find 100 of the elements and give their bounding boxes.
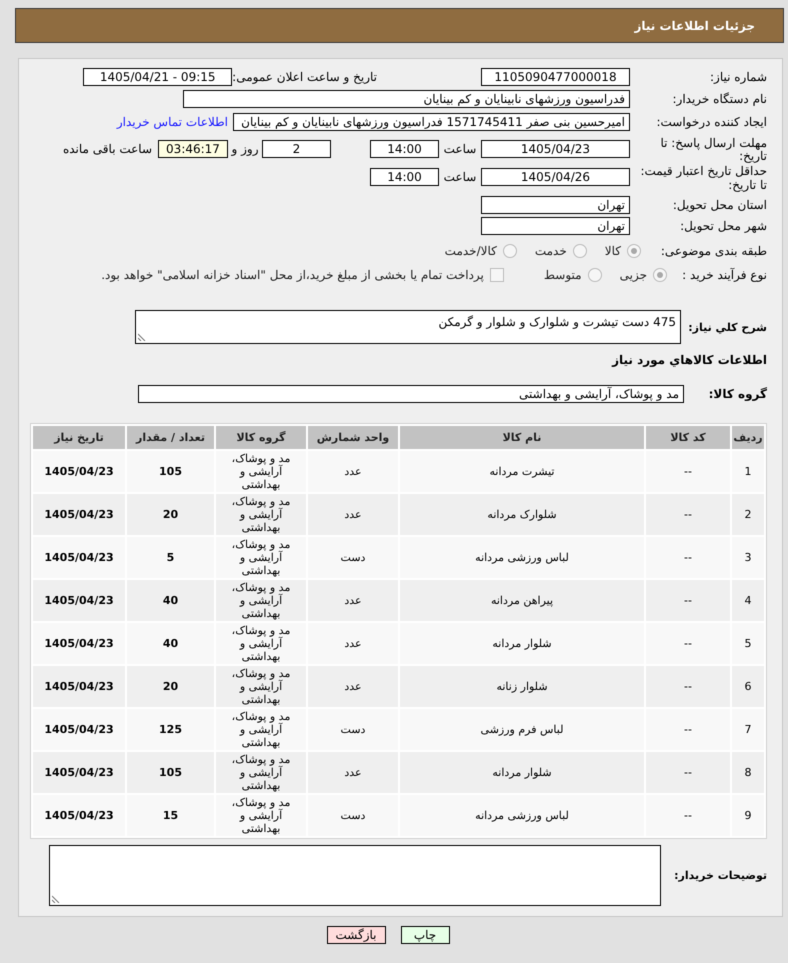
deadline-date-field: 1405/04/23 xyxy=(481,140,630,158)
buyer-org-field: فدراسیون ورزشهای نابینایان و کم بینایان xyxy=(183,90,630,108)
table-cell: مد و پوشاک، آرایشی و بهداشتی xyxy=(216,795,306,836)
table-cell: مد و پوشاک، آرایشی و بهداشتی xyxy=(216,666,306,707)
column-header: گروه کالا xyxy=(216,426,306,449)
days-field: 2 xyxy=(262,140,331,158)
table-cell: -- xyxy=(646,623,730,664)
table-cell: پیراهن مردانه xyxy=(400,580,644,621)
table-cell: دست xyxy=(308,795,398,836)
field-label: شماره نیاز: xyxy=(710,70,767,84)
print-button[interactable]: چاپ xyxy=(400,926,450,944)
field-label: تاریخ و ساعت اعلان عمومی: xyxy=(232,70,377,84)
radio-label: جزیی xyxy=(620,268,647,282)
table-cell: مد و پوشاک، آرایشی و بهداشتی xyxy=(216,580,306,621)
table-cell: شلوار مردانه xyxy=(400,752,644,793)
table-cell: عدد xyxy=(308,494,398,535)
column-header: کد کالا xyxy=(646,426,730,449)
table-cell: عدد xyxy=(308,451,398,492)
table-cell: 1405/04/23 xyxy=(33,752,125,793)
table-cell: 4 xyxy=(732,580,764,621)
table-cell: 40 xyxy=(127,623,214,664)
remaining-time-field: 03:46:17 xyxy=(158,140,228,158)
table-cell: -- xyxy=(646,580,730,621)
field-label: شرح کلي نياز: xyxy=(688,320,767,334)
table-cell: 2 xyxy=(732,494,764,535)
table-cell: شلوار مردانه xyxy=(400,623,644,664)
table-cell: مد و پوشاک، آرایشی و بهداشتی xyxy=(216,494,306,535)
table-cell: 6 xyxy=(732,666,764,707)
deadline-time-field: 14:00 xyxy=(370,140,439,158)
field-label: استان محل تحویل: xyxy=(672,198,767,212)
radio-button[interactable] xyxy=(627,244,641,258)
table-cell: 15 xyxy=(127,795,214,836)
table-cell: 1405/04/23 xyxy=(33,666,125,707)
requester-field: امیرحسین بنی صفر 1571745411 فدراسیون ورزشهای نابینایان و کم بینایان xyxy=(233,113,630,131)
column-header: واحد شمارش xyxy=(308,426,398,449)
radio-button[interactable] xyxy=(572,244,587,258)
field-label: گروه کالا: xyxy=(708,387,767,401)
table-cell: -- xyxy=(646,752,730,793)
table-cell: 3 xyxy=(732,537,764,578)
column-header: تاریخ نیاز xyxy=(33,426,125,449)
field-label: نام دستگاه خریدار: xyxy=(672,92,767,106)
table-cell: 1405/04/23 xyxy=(33,537,125,578)
buyer-contact-link[interactable]: اطلاعات تماس خریدار xyxy=(116,115,228,129)
table-cell: 5 xyxy=(127,537,214,578)
table-cell: 1405/04/23 xyxy=(33,709,125,750)
table-cell: 105 xyxy=(127,451,214,492)
radio-button[interactable] xyxy=(653,268,667,282)
table-cell: -- xyxy=(646,537,730,578)
radio-label: خدمت xyxy=(534,244,567,258)
table-cell: -- xyxy=(646,666,730,707)
table-cell: -- xyxy=(646,709,730,750)
table-cell: 8 xyxy=(732,752,764,793)
table-cell: عدد xyxy=(308,623,398,664)
checkbox-label: پرداخت تمام یا بخشی از مبلغ خرید،از محل "اسناد خزانه اسلامی" خواهد بود. xyxy=(101,268,484,282)
table-cell: 20 xyxy=(127,494,214,535)
field-label: ساعت xyxy=(444,170,476,184)
table-cell: مد و پوشاک، آرایشی و بهداشتی xyxy=(216,451,306,492)
field-label: مهلت ارسال پاسخ: تا تاریخ: xyxy=(659,137,767,163)
table-cell: شلوارک مردانه xyxy=(400,494,644,535)
resize-grip-icon[interactable] xyxy=(138,333,146,341)
back-button[interactable]: بازگشت xyxy=(326,926,386,944)
field-label: طبقه بندی موضوعی: xyxy=(660,244,767,258)
field-label: توضیحات خریدار: xyxy=(674,869,767,882)
resize-grip-icon[interactable] xyxy=(52,895,60,903)
table-cell: عدد xyxy=(308,580,398,621)
radio-label: متوسط xyxy=(544,268,582,282)
column-header: ردیف xyxy=(732,426,764,449)
table-cell: 1 xyxy=(732,451,764,492)
description-field[interactable]: 475 دست تیشرت و شلوارک و شلوار و گرمکن xyxy=(135,310,681,344)
checkbox[interactable] xyxy=(490,268,504,282)
table-cell: مد و پوشاک، آرایشی و بهداشتی xyxy=(216,623,306,664)
table-cell: 105 xyxy=(127,752,214,793)
table-cell: دست xyxy=(308,709,398,750)
need-number-field: 1105090477000018 xyxy=(481,68,630,86)
goods-group-field: مد و پوشاک، آرایشی و بهداشتی xyxy=(138,385,684,403)
table-cell: -- xyxy=(646,494,730,535)
radio-button[interactable] xyxy=(588,268,602,282)
table-cell: 9 xyxy=(732,795,764,836)
table-cell: لباس فرم ورزشی xyxy=(400,709,644,750)
field-label: ایجاد کننده درخواست: xyxy=(656,115,767,129)
field-label: شهر محل تحویل: xyxy=(680,219,767,233)
province-field: تهران xyxy=(481,196,630,214)
table-cell: 7 xyxy=(732,709,764,750)
field-label: روز و xyxy=(232,142,258,156)
table-cell: مد و پوشاک، آرایشی و بهداشتی xyxy=(216,537,306,578)
table-cell: 5 xyxy=(732,623,764,664)
validity-date-field: 1405/04/26 xyxy=(481,168,630,186)
buyer-notes-field[interactable] xyxy=(49,845,661,906)
field-label: ساعت باقی مانده xyxy=(62,142,152,156)
table-cell: دست xyxy=(308,537,398,578)
page-title: جزئیات اطلاعات نیاز xyxy=(634,18,755,32)
column-header: نام کالا xyxy=(400,426,644,449)
table-cell: 1405/04/23 xyxy=(33,580,125,621)
radio-button[interactable] xyxy=(502,244,517,258)
table-cell: شلوار زنانه xyxy=(400,666,644,707)
table-cell: لباس ورزشی مردانه xyxy=(400,537,644,578)
city-field: تهران xyxy=(481,217,630,235)
table-cell: 40 xyxy=(127,580,214,621)
validity-time-field: 14:00 xyxy=(370,168,439,186)
table-cell: لباس ورزشی مردانه xyxy=(400,795,644,836)
